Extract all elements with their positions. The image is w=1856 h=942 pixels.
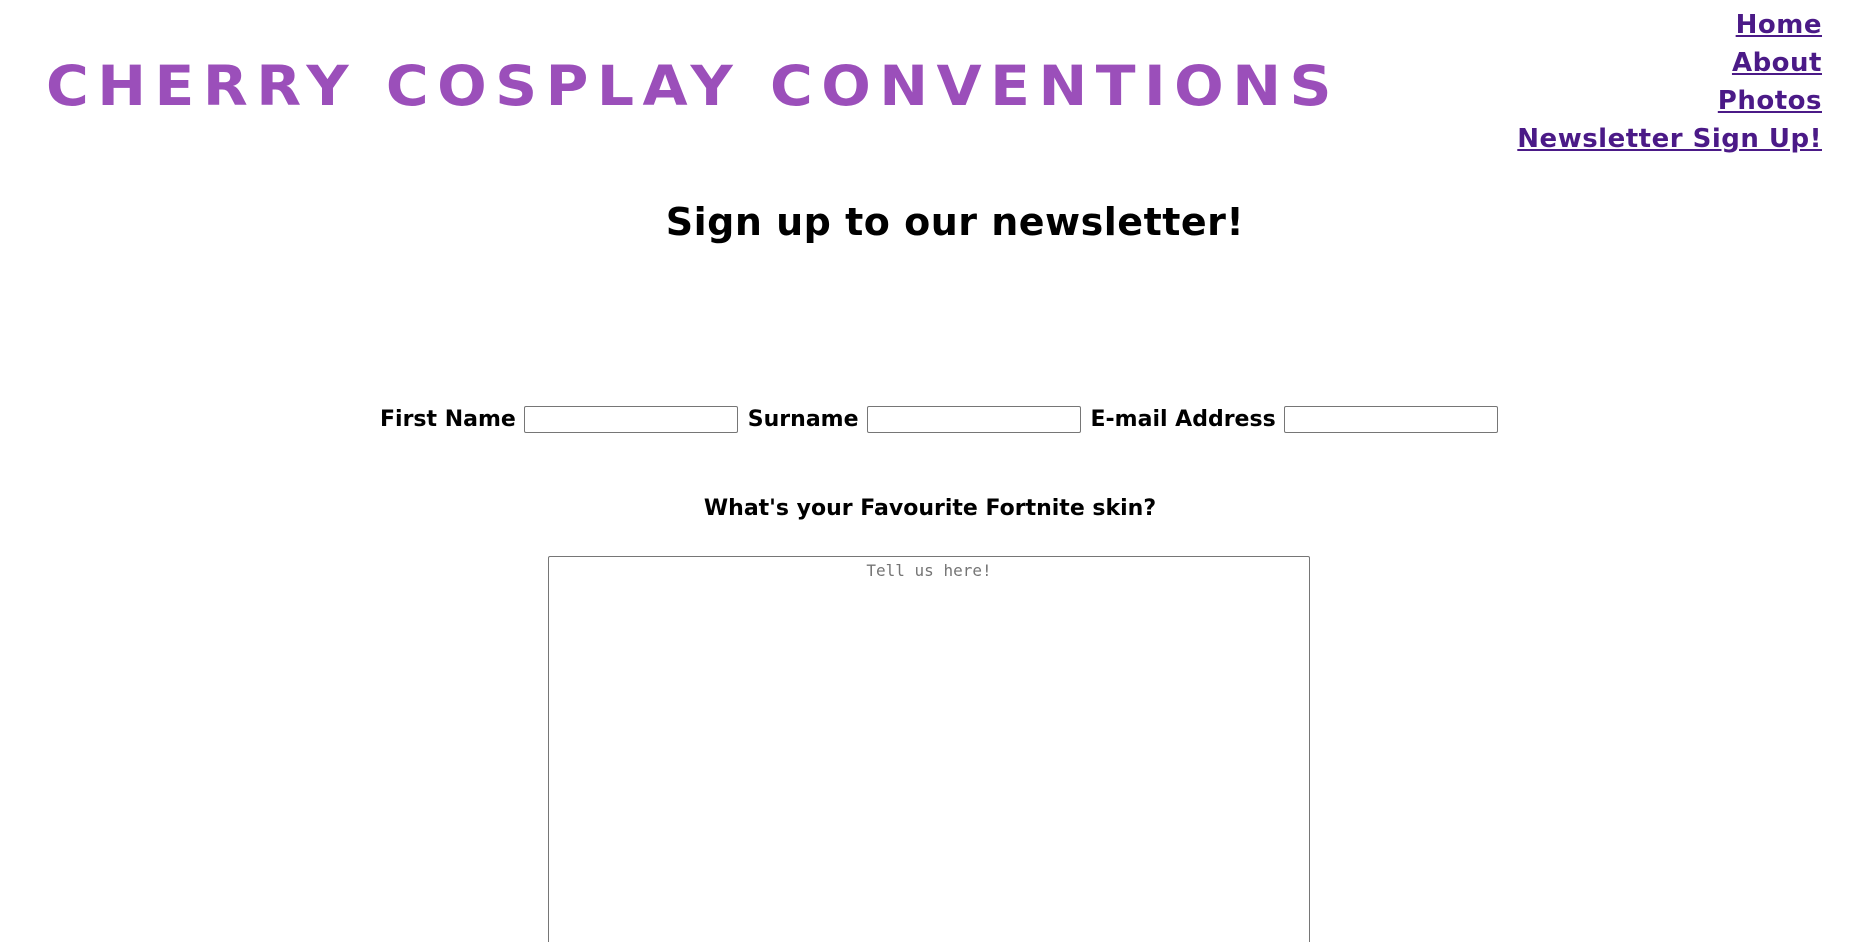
name-email-row: First Name Surname E-mail Address bbox=[380, 406, 1500, 433]
surname-input[interactable] bbox=[866, 406, 1081, 433]
first-name-label: First Name bbox=[380, 407, 516, 432]
first-name-input[interactable] bbox=[523, 406, 738, 433]
surname-label: Surname bbox=[747, 407, 859, 432]
site-title: CHERRY COSPLAY CONVENTIONS bbox=[46, 54, 1340, 118]
page-heading: Sign up to our newsletter! bbox=[665, 200, 1245, 244]
nav-link-about[interactable]: About bbox=[1732, 44, 1822, 82]
nav-link-home[interactable]: Home bbox=[1736, 6, 1822, 44]
nav-link-newsletter-sign-up[interactable]: Newsletter Sign Up! bbox=[1517, 120, 1822, 158]
email-label: E-mail Address bbox=[1090, 407, 1276, 432]
favourite-skin-question: What's your Favourite Fortnite skin? bbox=[703, 496, 1157, 521]
page: CHERRY COSPLAY CONVENTIONS Home About Ph… bbox=[0, 0, 1856, 942]
main-nav: Home About Photos Newsletter Sign Up! bbox=[1517, 6, 1822, 158]
favourite-skin-textarea[interactable] bbox=[548, 556, 1310, 942]
nav-link-photos[interactable]: Photos bbox=[1718, 82, 1822, 120]
email-input[interactable] bbox=[1283, 406, 1498, 433]
